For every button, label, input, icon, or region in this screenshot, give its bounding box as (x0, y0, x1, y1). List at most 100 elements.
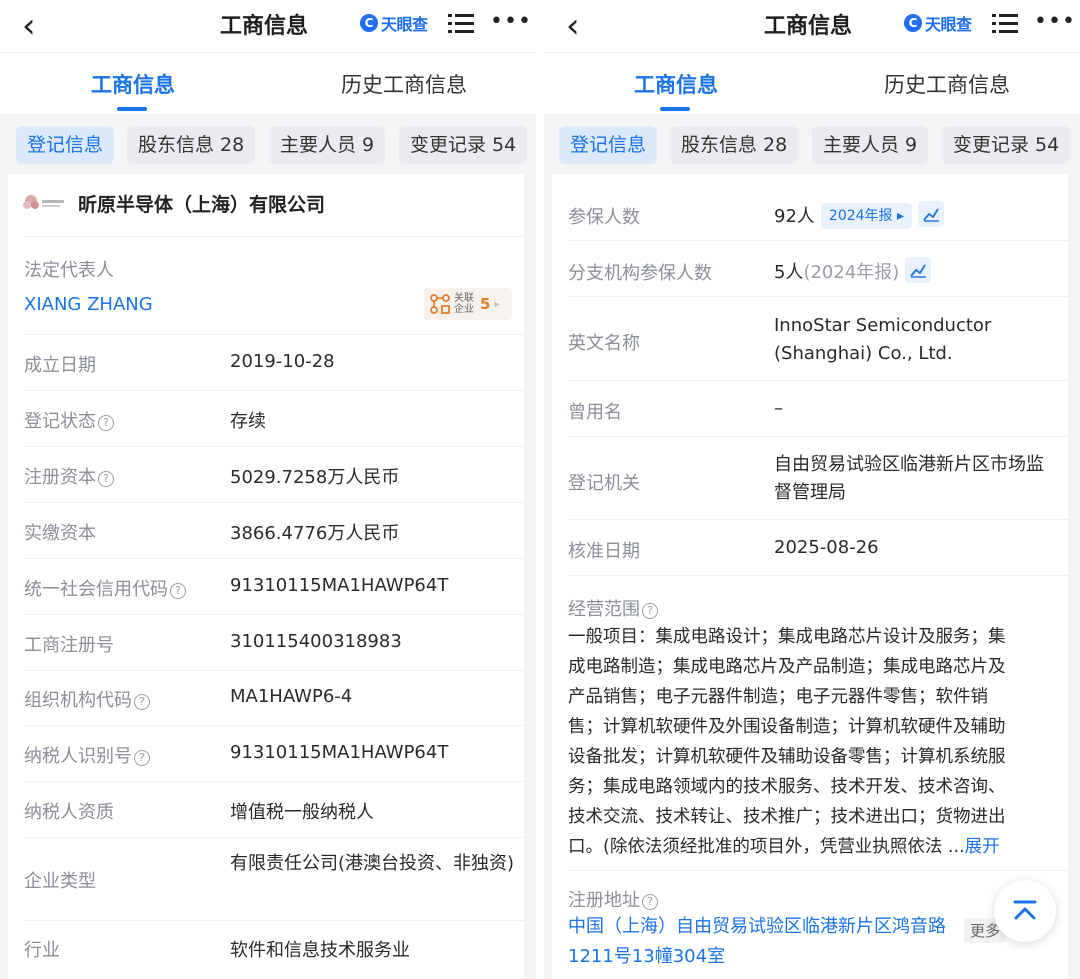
trend-chart-icon[interactable] (905, 257, 932, 283)
help-icon[interactable]: ? (642, 603, 658, 619)
scope-line: 务；集成电路领域内的技术服务、技术开发、技术咨询、 (568, 777, 1006, 797)
list-icon[interactable] (992, 12, 1018, 36)
scope-line: 设备批发；计算机软硬件及辅助设备零售；计算机系统服 (568, 747, 1006, 767)
expand-link[interactable]: 展开 (965, 837, 1000, 857)
chip-shareholders[interactable]: 股东信息 28 (127, 126, 256, 164)
scope-line: 一般项目：集成电路设计；集成电路芯片设计及服务；集 (568, 627, 1006, 647)
tab-history-business-info[interactable]: 历史工商信息 (341, 69, 467, 99)
chip-shareholders[interactable]: 股东信息 28 (670, 126, 799, 164)
insured-count: 92人 (774, 206, 815, 227)
help-icon[interactable]: ? (98, 471, 114, 487)
help-icon[interactable]: ? (134, 750, 150, 766)
main-tabs: 工商信息 历史工商信息 (0, 52, 536, 114)
divider (24, 781, 524, 782)
tab-business-info[interactable]: 工商信息 (91, 69, 175, 99)
approval-date-label: 核准日期 (568, 541, 640, 562)
address-line: 中国（上海）自由贸易试验区临港新片区鸿音路 (568, 916, 946, 937)
row-label: 纳税人资质 (24, 802, 114, 823)
branch-insured-count: 5人 (774, 262, 804, 283)
row-value: 310115400318983 (230, 631, 402, 652)
divider (24, 390, 524, 391)
row-label: 行业 (24, 940, 60, 961)
annual-report-badge[interactable]: 2024年报 ▸ (820, 203, 913, 229)
divider (24, 837, 524, 838)
divider (24, 670, 524, 671)
insured-label: 参保人数 (568, 207, 640, 228)
logo-mark-icon: C (904, 14, 922, 32)
chip-registration[interactable]: 登记信息 (16, 126, 115, 164)
trend-chart-icon[interactable] (918, 201, 945, 227)
row-value: 91310115MA1HAWP64T (230, 742, 449, 763)
company-header: 昕原半导体（上海）有限公司 (22, 184, 325, 222)
scope-line: 技术交流、技术转让、技术推广；技术进出口；货物进出 (568, 807, 1006, 827)
divider (24, 725, 524, 726)
panel-divider (536, 0, 544, 979)
row-value: 3866.4776万人民币 (230, 523, 400, 544)
divider (568, 380, 1068, 381)
chip-key-personnel[interactable]: 主要人员 9 (812, 126, 929, 164)
tab-history-business-info[interactable]: 历史工商信息 (884, 69, 1010, 99)
row-value: 91310115MA1HAWP64T (230, 575, 449, 596)
logo-mark-icon: C (360, 14, 378, 32)
divider (568, 519, 1068, 520)
registration-card: 参保人数 92人 2024年报 ▸ 分支机构参保人数 5人(2024年报) 英文名… (552, 174, 1068, 979)
divider (568, 870, 1068, 871)
network-icon (430, 294, 450, 314)
active-tab-indicator (117, 107, 147, 111)
help-icon[interactable]: ? (98, 415, 114, 431)
divider (24, 502, 524, 503)
divider (24, 614, 524, 615)
chip-key-personnel[interactable]: 主要人员 9 (269, 126, 386, 164)
chip-change-records[interactable]: 变更记录 54 (399, 126, 528, 164)
row-value: 软件和信息技术服务业 (230, 940, 410, 961)
former-name-value: – (774, 398, 783, 419)
divider (24, 446, 524, 447)
divider (24, 236, 524, 237)
row-value: 2019-10-28 (230, 351, 335, 372)
top-bar: ‹ 工商信息 C 天眼查 ••• (0, 0, 536, 52)
business-scope-text: 一般项目：集成电路设计；集成电路芯片设计及服务；集 成电路制造；集成电路芯片及产… (568, 622, 1048, 862)
chip-registration[interactable]: 登记信息 (559, 126, 658, 164)
divider (24, 558, 524, 559)
tianyancha-logo: C 天眼查 (904, 11, 972, 35)
divider (568, 575, 1068, 576)
row-label: 组织机构代码? (24, 686, 150, 712)
legal-rep-link[interactable]: XIANG ZHANG (24, 294, 153, 315)
english-name-label: 英文名称 (568, 333, 640, 354)
scope-line: 成电路制造；集成电路芯片及产品制造；集成电路芯片及 (568, 657, 1006, 677)
top-bar: ‹ 工商信息 C 天眼查 ••• (544, 0, 1080, 52)
row-value: 有限责任公司(港澳台投资、非独资) (230, 853, 515, 874)
back-to-top-button[interactable] (994, 880, 1056, 942)
tab-business-info[interactable]: 工商信息 (634, 69, 718, 99)
address-link[interactable]: 中国（上海）自由贸易试验区临港新片区鸿音路 1211号13幢304室 (568, 912, 978, 972)
scope-line: 售；计算机软硬件及外围设备制造；计算机软硬件及辅助 (568, 717, 1006, 737)
help-icon[interactable]: ? (134, 694, 150, 710)
list-icon[interactable] (448, 12, 474, 36)
more-horizontal-icon[interactable]: ••• (490, 9, 532, 34)
authority-label: 登记机关 (568, 473, 640, 494)
left-panel: ‹ 工商信息 C 天眼查 ••• 工商信息 历史工商信息 登记信息 股东信息 2… (0, 0, 536, 979)
chip-change-records[interactable]: 变更记录 54 (942, 126, 1071, 164)
legal-rep-label: 法定代表人 (24, 260, 114, 281)
sub-tabs: 登记信息 股东信息 28 主要人员 9 变更记录 54 (544, 114, 1080, 174)
related-companies-button[interactable]: 关联企业 5 ▸ (424, 288, 512, 320)
branch-insured-value: 5人(2024年报) (774, 257, 932, 284)
former-name-label: 曾用名 (568, 402, 622, 423)
more-horizontal-icon[interactable]: ••• (1034, 9, 1076, 34)
related-count: 5 (480, 295, 491, 313)
divider (568, 436, 1068, 437)
company-name: 昕原半导体（上海）有限公司 (78, 193, 326, 216)
help-icon[interactable]: ? (170, 583, 186, 599)
tianyancha-logo: C 天眼查 (360, 11, 428, 35)
row-label: 纳税人识别号? (24, 742, 150, 768)
divider (24, 920, 524, 921)
row-label: 实缴资本 (24, 523, 96, 544)
help-icon[interactable]: ? (642, 894, 658, 910)
related-label: 关联企业 (454, 293, 474, 315)
authority-value: 自由贸易试验区临港新片区市场监督管理局 (774, 454, 1044, 503)
row-label: 工商注册号 (24, 635, 114, 656)
annual-report-note: (2024年报) (803, 262, 900, 283)
divider (568, 296, 1068, 297)
scope-line: 产品销售；电子元器件制造；电子元器件零售；软件销 (568, 687, 988, 707)
active-tab-indicator (660, 107, 690, 111)
